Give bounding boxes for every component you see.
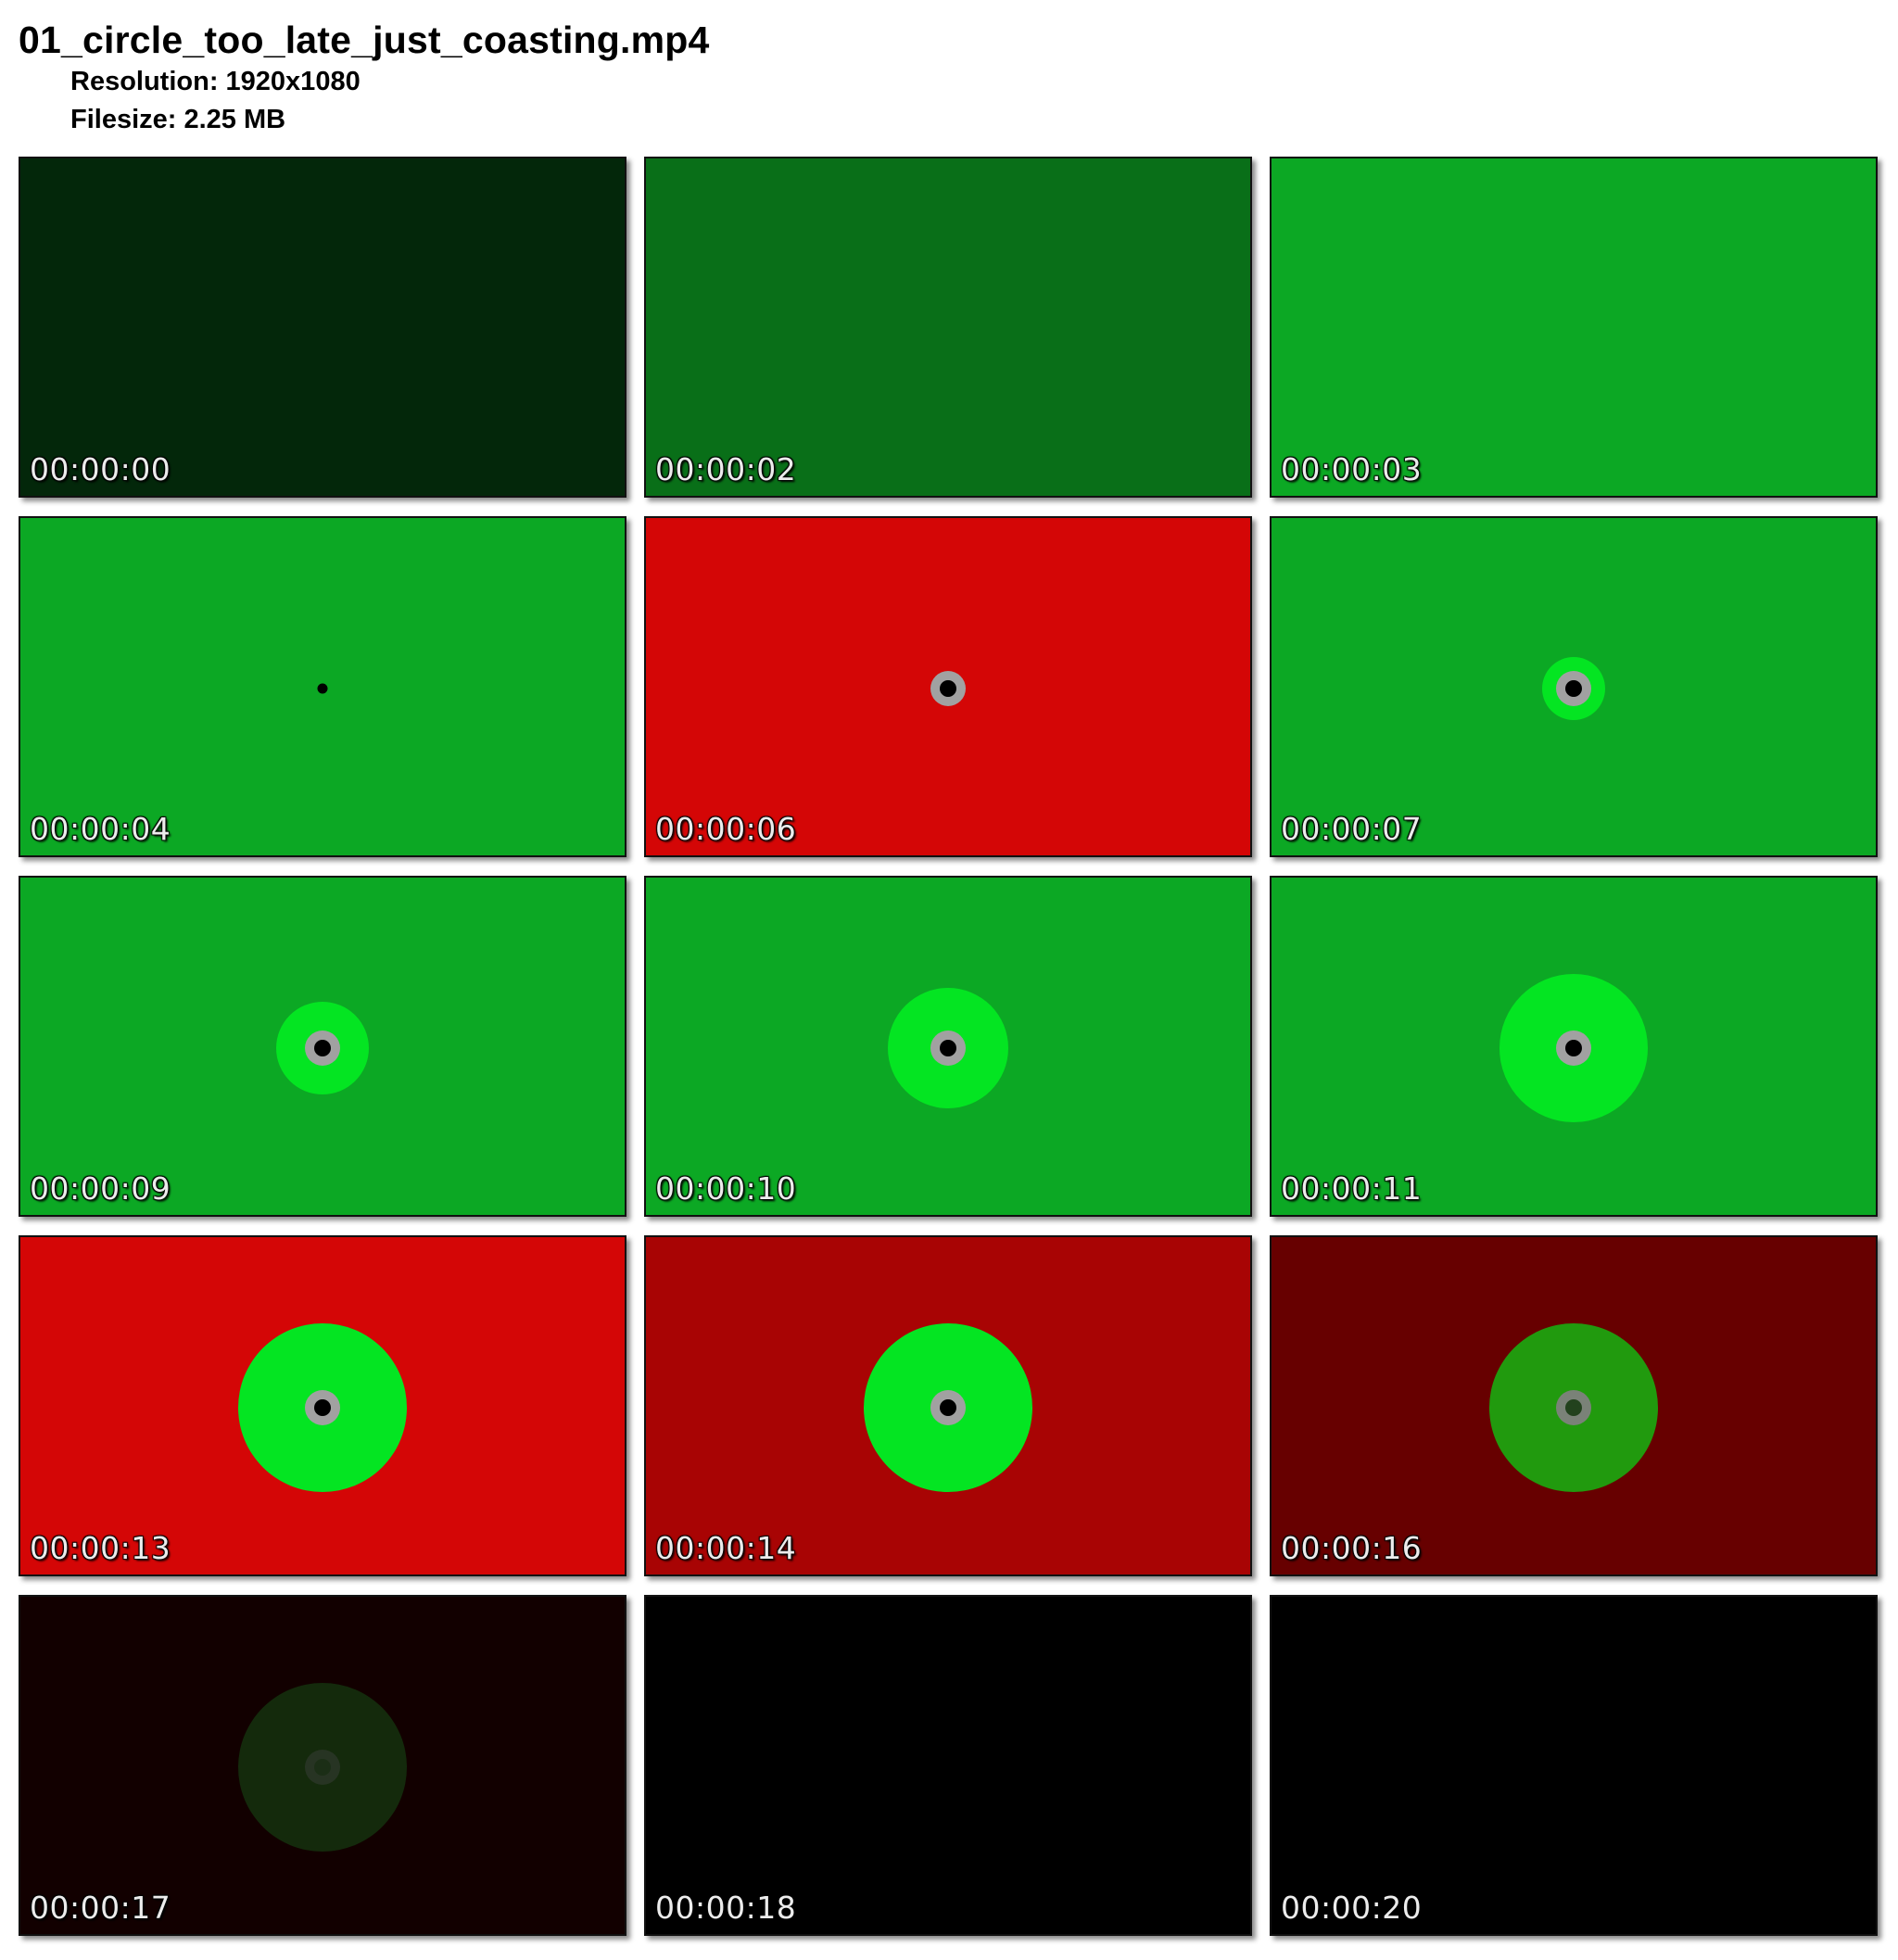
- video-frame-thumbnail[interactable]: 00:00:03: [1270, 157, 1878, 498]
- circle-center-dot: [1565, 1039, 1582, 1056]
- frame-timestamp: 00:00:20: [1281, 1890, 1423, 1926]
- frame-timestamp: 00:00:04: [30, 811, 171, 847]
- filesize-label: Filesize: 2.25 MB: [70, 105, 286, 134]
- frame-timestamp: 00:00:14: [655, 1530, 797, 1566]
- video-frame-thumbnail[interactable]: 00:00:09: [19, 876, 626, 1217]
- circle-center-dot: [1565, 679, 1582, 697]
- video-frame-thumbnail[interactable]: 00:00:11: [1270, 876, 1878, 1217]
- video-frame-thumbnail[interactable]: 00:00:13: [19, 1235, 626, 1576]
- circle-center-dot: [940, 1039, 956, 1056]
- circle-center-dot: [940, 679, 956, 697]
- sheet-header: 01_circle_too_late_just_coasting.mp4 Res…: [19, 17, 710, 139]
- frame-timestamp: 00:00:02: [655, 451, 797, 487]
- video-frame-thumbnail[interactable]: 00:00:18: [644, 1595, 1252, 1936]
- circle-center-dot: [314, 1039, 331, 1056]
- resolution-label: Resolution: 1920x1080: [70, 67, 361, 96]
- circle-center-dot: [314, 1758, 331, 1776]
- frame-timestamp: 00:00:18: [655, 1890, 797, 1926]
- frame-timestamp: 00:00:17: [30, 1890, 171, 1926]
- thumbnail-grid: 00:00:00 00:00:02 00:00:03 00:00:04 00:00:06…: [19, 157, 1879, 1936]
- video-frame-thumbnail[interactable]: 00:00:17: [19, 1595, 626, 1936]
- video-metadata: Resolution: 1920x1080 Filesize: 2.25 MB: [70, 63, 710, 139]
- video-frame-thumbnail[interactable]: 00:00:00: [19, 157, 626, 498]
- circle-center-dot: [940, 1398, 956, 1416]
- frame-timestamp: 00:00:13: [30, 1530, 171, 1566]
- frame-timestamp: 00:00:07: [1281, 811, 1423, 847]
- circle-center-dot: [317, 683, 328, 694]
- frame-timestamp: 00:00:10: [655, 1170, 797, 1207]
- video-frame-thumbnail[interactable]: 00:00:07: [1270, 516, 1878, 857]
- frame-timestamp: 00:00:03: [1281, 451, 1423, 487]
- video-frame-thumbnail[interactable]: 00:00:10: [644, 876, 1252, 1217]
- video-frame-thumbnail[interactable]: 00:00:20: [1270, 1595, 1878, 1936]
- frame-timestamp: 00:00:11: [1281, 1170, 1423, 1207]
- video-filename: 01_circle_too_late_just_coasting.mp4: [19, 19, 710, 61]
- frame-timestamp: 00:00:00: [30, 451, 171, 487]
- frame-timestamp: 00:00:16: [1281, 1530, 1423, 1566]
- video-frame-thumbnail[interactable]: 00:00:14: [644, 1235, 1252, 1576]
- frame-timestamp: 00:00:06: [655, 811, 797, 847]
- circle-center-dot: [1565, 1398, 1582, 1416]
- video-frame-thumbnail[interactable]: 00:00:02: [644, 157, 1252, 498]
- video-frame-thumbnail[interactable]: 00:00:06: [644, 516, 1252, 857]
- video-frame-thumbnail[interactable]: 00:00:04: [19, 516, 626, 857]
- frame-timestamp: 00:00:09: [30, 1170, 171, 1207]
- video-frame-thumbnail[interactable]: 00:00:16: [1270, 1235, 1878, 1576]
- circle-center-dot: [314, 1398, 331, 1416]
